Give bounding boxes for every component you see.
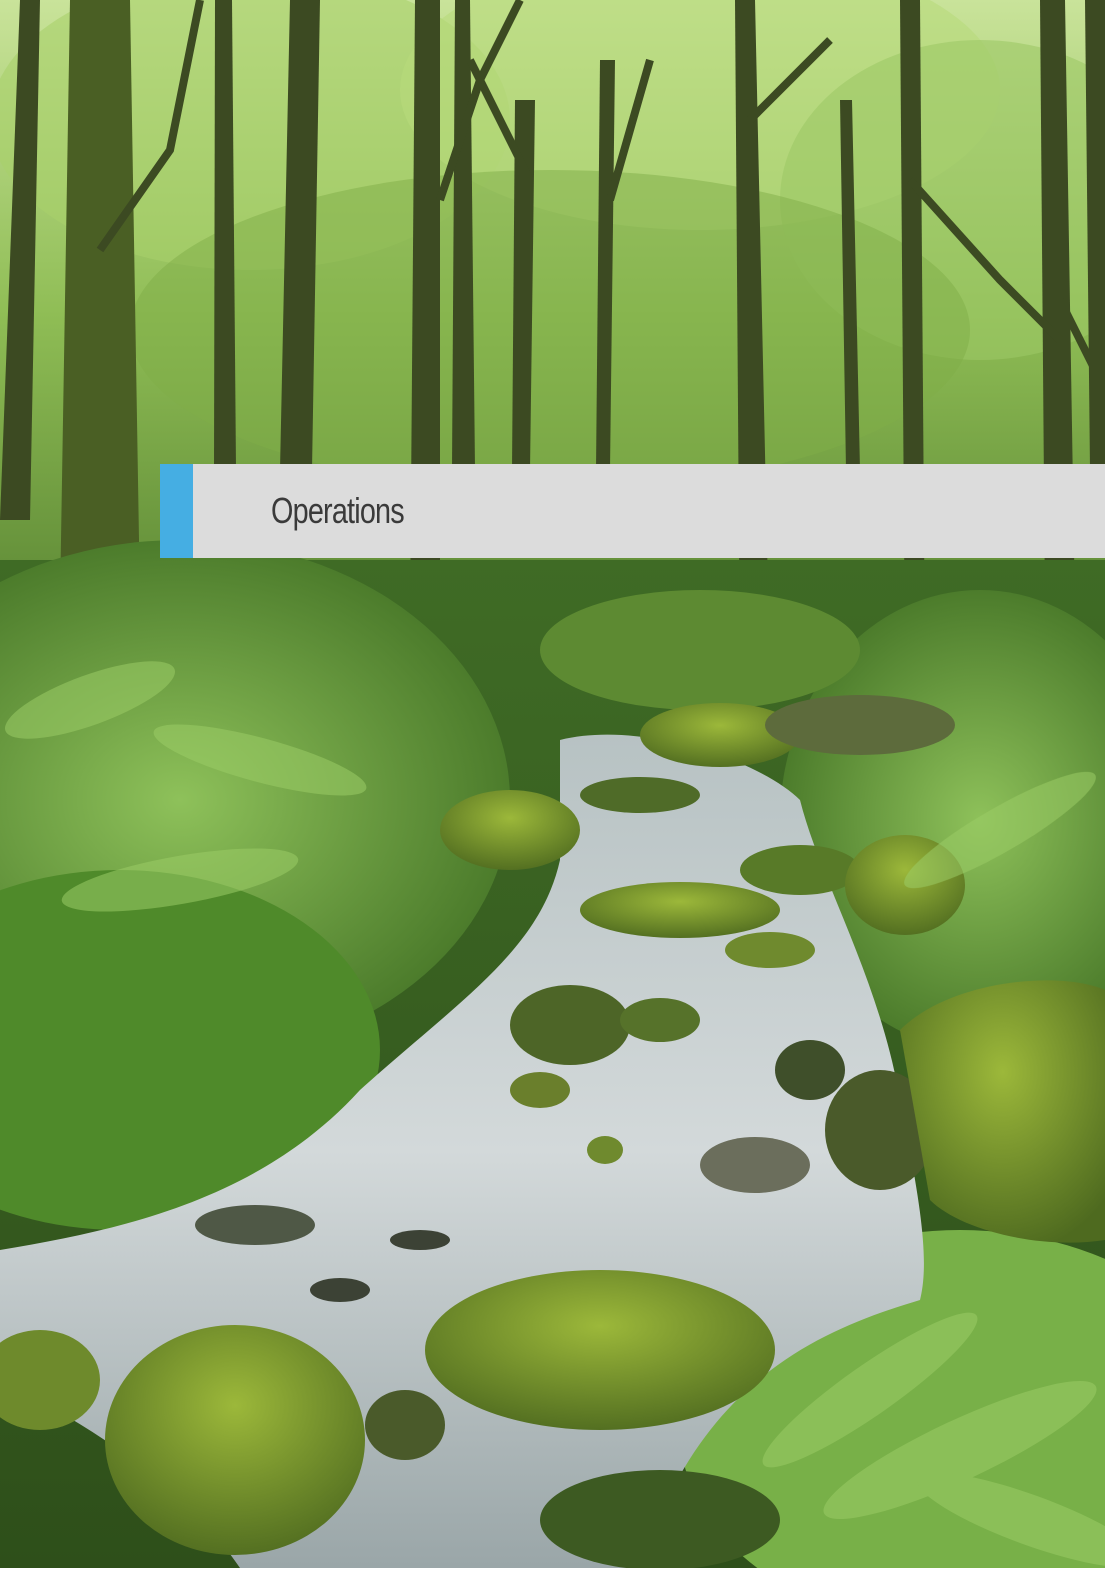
banner-accent-bar <box>160 464 193 558</box>
section-title: Operations <box>271 490 405 531</box>
page: Operations <box>0 0 1105 1568</box>
section-banner: Operations <box>160 464 1105 558</box>
forest-stream-photo <box>0 0 1105 1568</box>
